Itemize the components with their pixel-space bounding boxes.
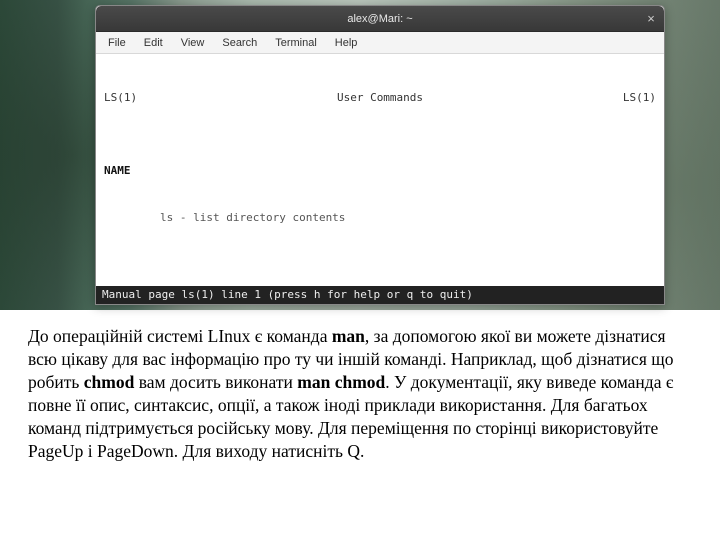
menubar: File Edit View Search Terminal Help <box>96 32 664 54</box>
manpage-body[interactable]: LS(1) User Commands LS(1) NAME ls - list… <box>96 54 664 286</box>
menu-terminal[interactable]: Terminal <box>267 35 325 51</box>
menu-search[interactable]: Search <box>214 35 265 51</box>
menu-view[interactable]: View <box>173 35 213 51</box>
close-icon[interactable]: × <box>644 12 658 26</box>
manpage-header: LS(1) User Commands LS(1) <box>104 90 656 106</box>
menu-edit[interactable]: Edit <box>136 35 171 51</box>
window-title: alex@Mari: ~ <box>347 13 412 25</box>
man-header-center: User Commands <box>337 90 423 106</box>
man-header-right: LS(1) <box>623 90 656 106</box>
menu-file[interactable]: File <box>100 35 134 51</box>
section-name: NAME <box>104 163 656 179</box>
window-titlebar: alex@Mari: ~ × <box>96 6 664 32</box>
man-header-left: LS(1) <box>104 90 137 106</box>
menu-help[interactable]: Help <box>327 35 366 51</box>
manpage-statusline: Manual page ls(1) line 1 (press h for he… <box>96 286 664 304</box>
explanation-paragraph: До операційній системі LІnux є команда m… <box>28 325 692 464</box>
terminal-window: alex@Mari: ~ × File Edit View Search Ter… <box>95 5 665 305</box>
name-body: ls - list directory contents <box>104 210 656 226</box>
